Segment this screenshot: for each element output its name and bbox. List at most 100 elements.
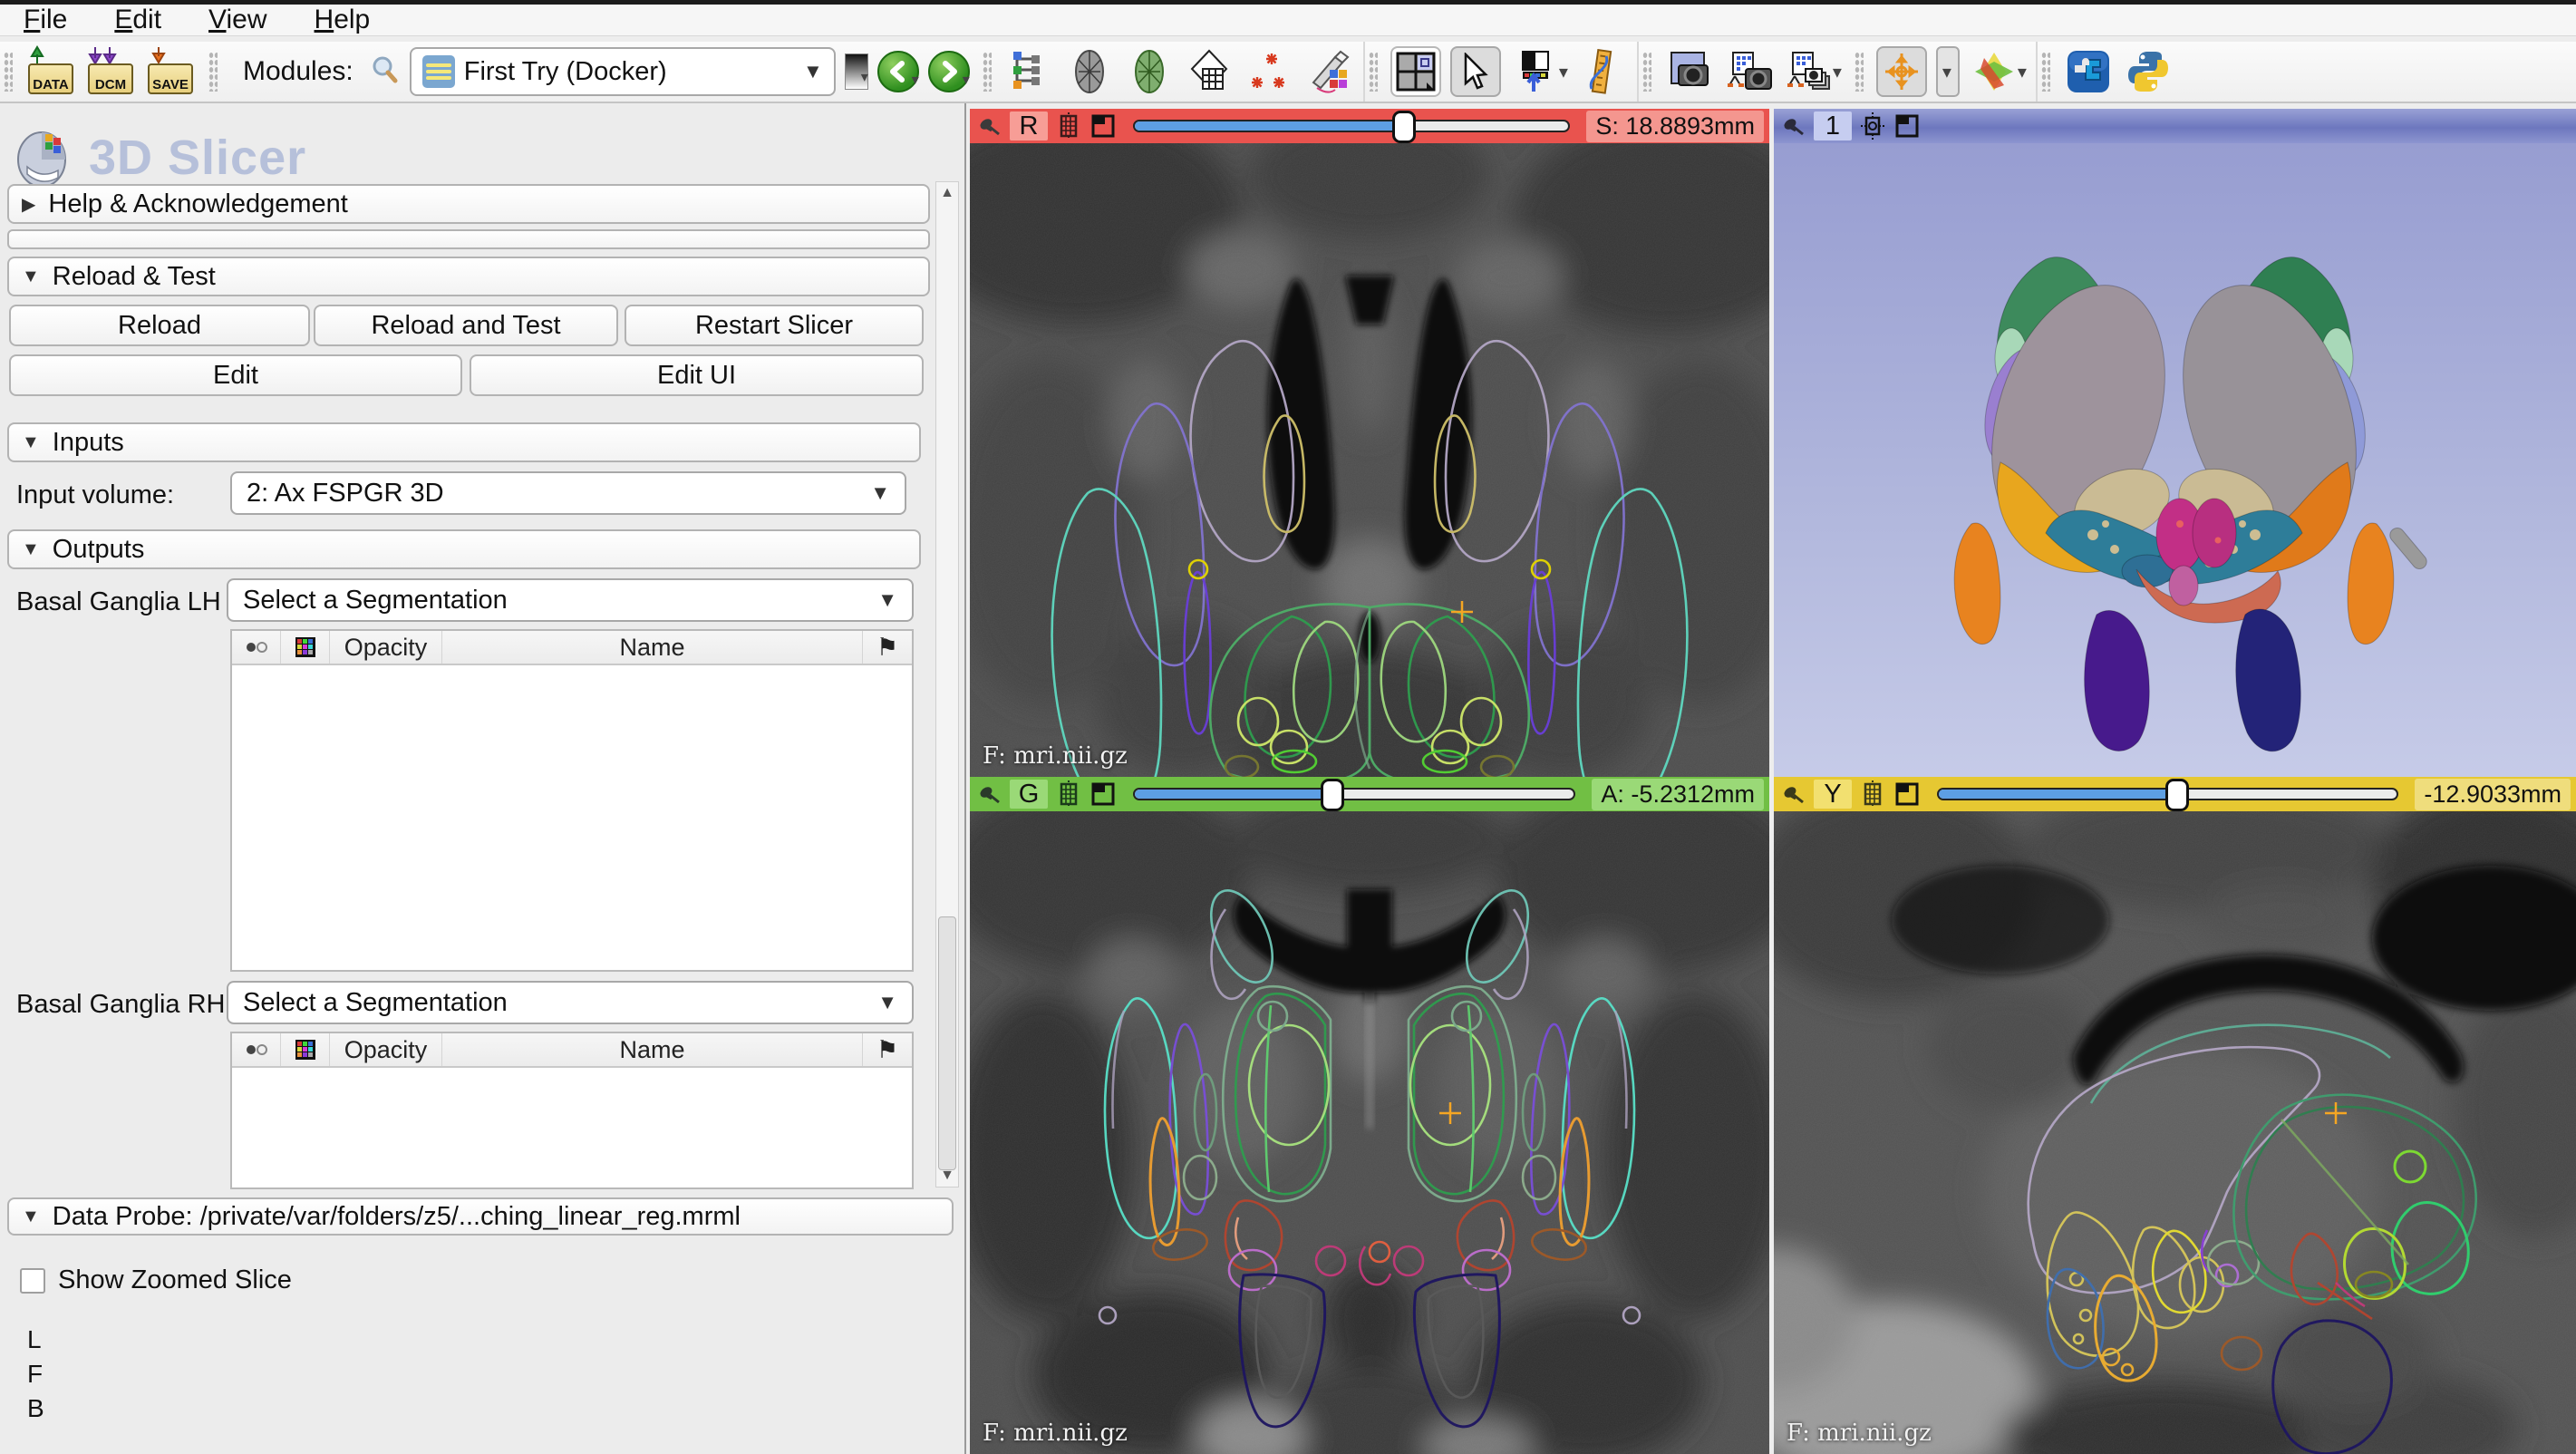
- toolbar-drag-handle[interactable]: [2041, 52, 2050, 92]
- edit-button[interactable]: Edit: [9, 354, 462, 396]
- rh-segment-list[interactable]: [232, 1068, 912, 1187]
- name-column-header[interactable]: Name: [442, 631, 863, 664]
- help-acknowledgement-section[interactable]: ▶ Help & Acknowledgement: [7, 184, 930, 224]
- color-column-icon[interactable]: [281, 631, 330, 664]
- slice-visibility-icon[interactable]: [1859, 780, 1886, 808]
- pin-icon[interactable]: [1779, 780, 1806, 808]
- visibility-column-icon[interactable]: [232, 631, 281, 664]
- capture-scene-button[interactable]: [1724, 46, 1775, 97]
- save-scene-button[interactable]: SAVE: [145, 46, 196, 97]
- rh-segment-table[interactable]: Opacity Name ⚑: [230, 1032, 914, 1189]
- toolbar-drag-handle[interactable]: [208, 52, 218, 92]
- transforms-button[interactable]: [1303, 46, 1354, 97]
- input-volume-selector[interactable]: 2: Ax FSPGR 3D ▼: [230, 471, 906, 515]
- panel-scrollbar[interactable]: ▲ ▼: [935, 181, 959, 1187]
- data-probe-section[interactable]: ▼ Data Probe: /private/var/folders/z5/..…: [7, 1197, 954, 1236]
- lh-segment-table[interactable]: Opacity Name ⚑: [230, 629, 914, 972]
- menu-edit[interactable]: Edit: [114, 5, 161, 35]
- crosshair-button[interactable]: [1876, 46, 1927, 97]
- reload-button[interactable]: Reload: [9, 305, 310, 346]
- red-slice-view[interactable]: F: mri.nii.gz: [970, 143, 1769, 777]
- flag-column-icon[interactable]: ⚑: [863, 1033, 912, 1066]
- crop-volume-button[interactable]: [1184, 46, 1235, 97]
- view-menu-icon[interactable]: [1089, 780, 1117, 808]
- red-corner-label: F: mri.nii.gz: [983, 742, 1128, 770]
- yellow-slice-view[interactable]: F: mri.nii.gz: [1774, 811, 2576, 1454]
- volume-rendering-button[interactable]: [1064, 46, 1115, 97]
- chevron-down-icon[interactable]: ▾: [861, 68, 868, 86]
- load-dicom-button[interactable]: DCM: [85, 46, 136, 97]
- capture-view-button[interactable]: [1664, 46, 1715, 97]
- capture-stack-button[interactable]: [1784, 46, 1835, 97]
- menu-view[interactable]: View: [208, 5, 266, 35]
- view-menu-icon[interactable]: [1893, 112, 1921, 140]
- center-view-icon[interactable]: [1859, 112, 1886, 140]
- scroll-up-icon[interactable]: ▲: [936, 182, 958, 204]
- scene-views-icon: [1726, 51, 1773, 92]
- pin-icon[interactable]: [975, 780, 1002, 808]
- opacity-column-header[interactable]: Opacity: [330, 631, 442, 664]
- extensions-manager-button[interactable]: [2063, 46, 2114, 97]
- lh-segment-list[interactable]: [232, 665, 912, 970]
- menu-help[interactable]: Help: [315, 5, 371, 35]
- red-view-label[interactable]: R: [1010, 111, 1048, 141]
- load-data-button[interactable]: DATA: [25, 46, 76, 97]
- green-slider-handle[interactable]: [1321, 779, 1344, 811]
- module-search-icon[interactable]: [370, 54, 401, 90]
- models-button[interactable]: [1124, 46, 1175, 97]
- edit-ui-button[interactable]: Edit UI: [470, 354, 924, 396]
- crosshair-menu-button[interactable]: ▾: [1936, 46, 1960, 97]
- color-column-icon[interactable]: [281, 1033, 330, 1066]
- toolbar-drag-handle[interactable]: [1855, 52, 1864, 92]
- green-slice-view[interactable]: F: mri.nii.gz: [970, 811, 1769, 1454]
- yellow-slice-slider[interactable]: [1937, 788, 2398, 800]
- scroll-down-icon[interactable]: ▼: [936, 1165, 958, 1187]
- show-zoomed-slice-checkbox[interactable]: [20, 1268, 45, 1294]
- flag-column-icon[interactable]: ⚑: [863, 631, 912, 664]
- chevron-down-icon[interactable]: ▾: [963, 71, 970, 89]
- markups-button[interactable]: [1244, 46, 1294, 97]
- slice-visibility-icon[interactable]: [1055, 112, 1082, 140]
- subject-hierarchy-button[interactable]: [1004, 46, 1055, 97]
- window-level-button[interactable]: [1510, 46, 1561, 97]
- chevron-down-icon: ▼: [877, 588, 897, 612]
- visibility-column-icon[interactable]: [232, 1033, 281, 1066]
- outputs-section[interactable]: ▼ Outputs: [7, 529, 921, 569]
- inputs-section[interactable]: ▼ Inputs: [7, 422, 921, 462]
- pin-icon[interactable]: [1779, 112, 1806, 140]
- chevron-down-icon[interactable]: ▾: [912, 71, 919, 89]
- yellow-view-label[interactable]: Y: [1814, 780, 1852, 809]
- python-console-button[interactable]: [2123, 46, 2174, 97]
- collapsed-empty-section[interactable]: [7, 229, 930, 249]
- reload-test-section[interactable]: ▼ Reload & Test: [7, 257, 930, 296]
- toolbar-drag-handle[interactable]: [1642, 52, 1651, 92]
- section-label: Inputs: [53, 428, 124, 458]
- yellow-slider-handle[interactable]: [2165, 779, 2189, 811]
- opacity-column-header[interactable]: Opacity: [330, 1033, 442, 1066]
- green-view-label[interactable]: G: [1010, 780, 1048, 809]
- basal-ganglia-rh-selector[interactable]: Select a Segmentation ▼: [227, 981, 914, 1024]
- threed-view[interactable]: [1774, 143, 2576, 777]
- threed-view-label[interactable]: 1: [1814, 111, 1852, 141]
- layout-selector-button[interactable]: [1390, 46, 1441, 97]
- green-slice-slider[interactable]: [1133, 788, 1575, 800]
- basal-ganglia-lh-selector[interactable]: Select a Segmentation ▼: [227, 578, 914, 622]
- red-slice-slider[interactable]: [1133, 120, 1570, 132]
- slice-intersections-button[interactable]: [1969, 46, 2019, 97]
- red-slider-handle[interactable]: [1392, 111, 1416, 143]
- pin-icon[interactable]: [975, 112, 1002, 140]
- module-selector[interactable]: First Try (Docker) ▼: [410, 47, 836, 96]
- reload-and-test-button[interactable]: Reload and Test: [314, 305, 618, 346]
- toolbar-drag-handle[interactable]: [4, 52, 13, 92]
- slice-visibility-icon[interactable]: [1055, 780, 1082, 808]
- view-menu-icon[interactable]: [1893, 780, 1921, 808]
- scrollbar-thumb[interactable]: [938, 916, 956, 1170]
- menu-file[interactable]: File: [24, 5, 67, 35]
- name-column-header[interactable]: Name: [442, 1033, 863, 1066]
- toolbar-drag-handle[interactable]: [1369, 52, 1378, 92]
- ruler-button[interactable]: [1577, 46, 1628, 97]
- mouse-interaction-button[interactable]: [1450, 46, 1501, 97]
- restart-slicer-button[interactable]: Restart Slicer: [625, 305, 924, 346]
- view-menu-icon[interactable]: [1089, 112, 1117, 140]
- toolbar-drag-handle[interactable]: [983, 52, 992, 92]
